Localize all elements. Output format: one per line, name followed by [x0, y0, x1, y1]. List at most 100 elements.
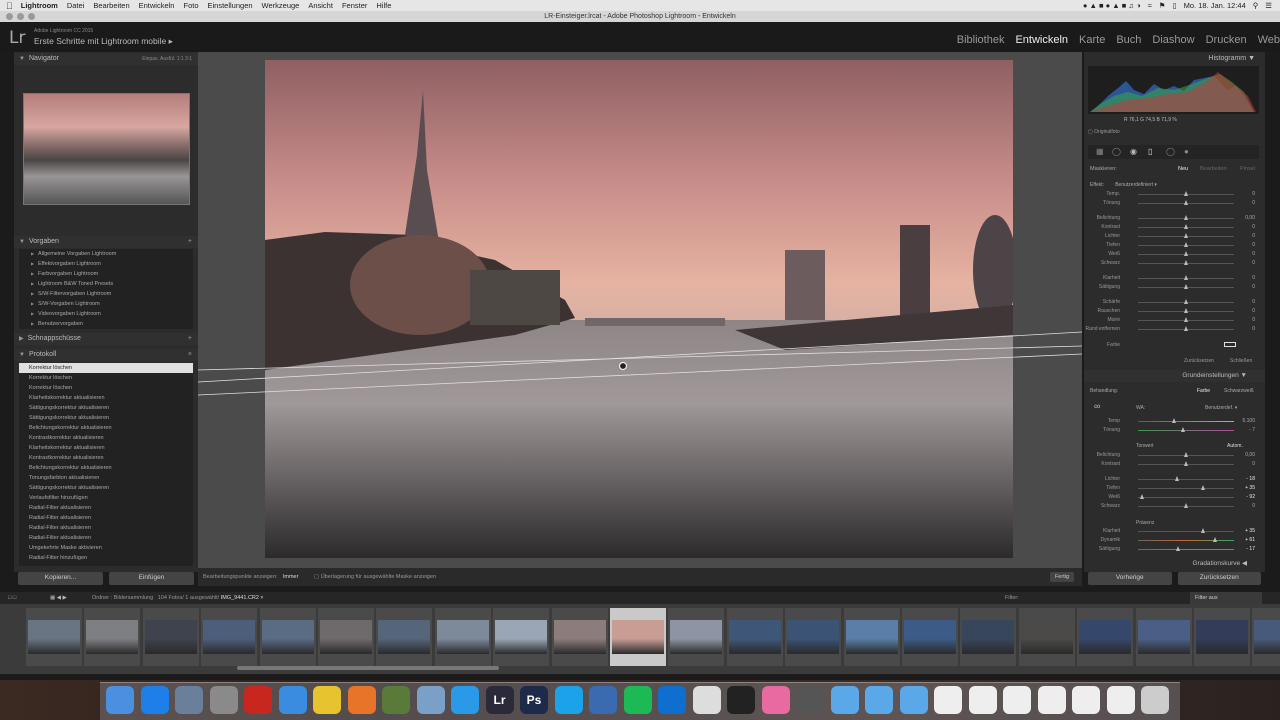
filmstrip-thumb[interactable] [376, 608, 433, 666]
minimize-button[interactable] [17, 13, 24, 20]
dock-app-lr-icon[interactable]: Lr [485, 686, 514, 714]
clear-history-icon[interactable]: × [188, 349, 192, 361]
slider-whites[interactable]: Weiß - 92 [1088, 493, 1259, 502]
dock-app-spotify-icon[interactable] [623, 686, 652, 714]
navigator-preview[interactable] [23, 93, 190, 205]
mask-slider-blacks[interactable]: Schwarz 0 [1088, 259, 1259, 268]
effect-selector[interactable]: Effekt: Benutzerdefiniert ▾ [1090, 182, 1157, 188]
filmstrip-thumb[interactable] [84, 608, 141, 666]
dock-app-ordner-icon[interactable] [865, 686, 893, 714]
preset-folder[interactable]: Videovorgaben Lightroom [19, 309, 193, 319]
history-item[interactable]: Klarheitskorrektur aktualisieren [19, 393, 193, 403]
dock-app-dokument-icon[interactable] [1106, 686, 1135, 714]
mask-slider-moire[interactable]: Moiré 0 [1088, 316, 1259, 325]
mask-slider-defringe[interactable]: Rand entfernen 0 [1086, 325, 1259, 334]
paste-settings-button[interactable]: Einfügen [109, 572, 194, 585]
menu-einstellungen[interactable]: Einstellungen [208, 1, 253, 10]
menu-hilfe[interactable]: Hilfe [376, 1, 391, 10]
preset-folder[interactable]: Allgemeine Vorgaben Lightroom [19, 249, 193, 259]
dock-app-ordner-icon[interactable] [899, 686, 928, 714]
dock-app-finder-icon[interactable] [106, 686, 134, 714]
dock-app-dokument-icon[interactable] [1037, 686, 1066, 714]
brush-icon[interactable]: ● [1184, 147, 1189, 156]
history-item[interactable]: Sättigungskorrektur aktualisieren [19, 413, 193, 423]
preset-folder[interactable]: Effektvorgaben Lightroom [19, 259, 193, 269]
module-buch[interactable]: Buch [1116, 34, 1141, 46]
filmstrip-thumb-selected[interactable] [610, 608, 666, 666]
done-button[interactable]: Fertig [1049, 572, 1074, 582]
histogram-title[interactable]: Histogramm ▼ [1208, 55, 1255, 62]
preset-folder[interactable]: S/W-Vorgaben Lightroom [19, 299, 193, 309]
history-item[interactable]: Korrektur löschen [19, 383, 193, 393]
history-header[interactable]: ▼ Protokoll × [14, 349, 198, 361]
mask-slider-contrast[interactable]: Kontrast 0 [1088, 223, 1259, 232]
history-item[interactable]: Belichtungskorrektur aktualisieren [19, 423, 193, 433]
module-karte[interactable]: Karte [1079, 34, 1105, 46]
menu-datei[interactable]: Datei [67, 1, 85, 10]
wifi-icon[interactable]: ≈ [1148, 1, 1152, 10]
treatment-bw-button[interactable]: Schwarzweiß [1224, 388, 1254, 394]
crop-icon[interactable]: ▦ [1096, 147, 1104, 156]
dock-app-app-store-icon[interactable] [140, 686, 169, 714]
filmstrip-thumb[interactable] [843, 608, 900, 666]
filmstrip-thumb[interactable] [1018, 608, 1075, 666]
dock-app-iphoto-icon[interactable] [416, 686, 445, 714]
dock-app-firefox-icon[interactable] [347, 686, 376, 714]
filmstrip-thumb[interactable] [493, 608, 550, 666]
dock-app-steam-icon[interactable] [727, 686, 755, 714]
history-item[interactable]: Sättigungskorrektur aktualisieren [19, 403, 193, 413]
menu-ansicht[interactable]: Ansicht [308, 1, 333, 10]
grid-view-icon[interactable]: ▦ ◀ ▶ [50, 592, 67, 604]
dock-app-vorschau-icon[interactable] [175, 686, 203, 714]
filmstrip-thumb[interactable] [318, 608, 374, 666]
dock-app-ordner-icon[interactable] [830, 686, 859, 714]
module-entwickeln[interactable]: Entwickeln [1015, 34, 1068, 46]
mask-slider-whites[interactable]: Weiß 0 [1088, 250, 1259, 259]
filmstrip-thumb[interactable] [1077, 608, 1134, 666]
dock-app-sublime-icon[interactable] [382, 686, 410, 714]
slider-highlights[interactable]: Lichter - 18 [1088, 475, 1259, 484]
presets-header[interactable]: ▼ Vorgaben + [14, 236, 198, 248]
reset-button[interactable]: Zurücksetzen [1177, 572, 1261, 585]
dock-app-tastatur-icon[interactable] [589, 686, 617, 714]
original-photo-toggle[interactable]: ▢ Originalfoto [1088, 129, 1120, 135]
menu-list-icon[interactable]: ☰ [1265, 1, 1272, 10]
tone-curve-header[interactable]: Gradationskurve ◀ [1084, 558, 1265, 570]
mask-new-button[interactable]: Neu [1178, 166, 1188, 172]
mask-slider-temp[interactable]: Temp. 0 [1088, 190, 1259, 199]
battery-icon[interactable]: ▯ [1173, 1, 1177, 10]
mask-slider-tint[interactable]: Tönung 0 [1088, 199, 1259, 208]
filmstrip-thumb[interactable] [259, 608, 316, 666]
dock-app-ps-icon[interactable]: Ps [520, 686, 548, 714]
mask-slider-shadows[interactable]: Tiefen 0 [1088, 241, 1259, 250]
mask-reset-button[interactable]: Zurücksetzen [1184, 358, 1214, 364]
filmstrip-thumb[interactable] [551, 608, 608, 666]
mask-slider-noise[interactable]: Rauschen 0 [1088, 307, 1259, 316]
dock-app-skype-icon[interactable] [554, 686, 583, 714]
redeye-icon[interactable]: ◉ [1130, 147, 1137, 156]
filmstrip-thumb[interactable] [1194, 608, 1250, 666]
filmstrip-thumb[interactable] [1135, 608, 1192, 666]
add-snapshot-icon[interactable]: + [188, 333, 192, 345]
histogram[interactable] [1088, 66, 1259, 114]
treatment-color-button[interactable]: Farbe [1197, 388, 1210, 394]
preset-folder[interactable]: Farbvorgaben Lightroom [19, 269, 193, 279]
module-bibliothek[interactable]: Bibliothek [957, 34, 1005, 46]
mask-slider-highlights[interactable]: Lichter 0 [1088, 232, 1259, 241]
dock-app-dokument-icon[interactable] [1072, 686, 1100, 714]
dock-app-chrome-icon[interactable] [313, 686, 341, 714]
mask-slider-saturation[interactable]: Sättigung 0 [1088, 283, 1259, 292]
history-item[interactable]: Radial-Filter aktualisieren [19, 513, 193, 523]
dock-app-teamviewer-icon[interactable] [658, 686, 686, 714]
slider-saturation[interactable]: Sättigung - 17 [1088, 545, 1259, 554]
basic-panel-header[interactable]: Grundeinstellungen ▼ [1084, 370, 1265, 382]
history-item-selected[interactable]: Korrektur löschen [19, 363, 193, 373]
radial-filter-icon[interactable]: ◯ [1166, 147, 1175, 156]
copy-settings-button[interactable]: Kopieren... [18, 572, 103, 585]
slider-shadows[interactable]: Tiefen + 35 [1088, 484, 1259, 493]
navigator-zoom-modes[interactable]: Einpas. Ausfül. 1:1 3:1 [142, 53, 192, 65]
history-item[interactable]: Radial-Filter aktualisieren [19, 503, 193, 513]
filmstrip-thumb[interactable] [142, 608, 199, 666]
spot-removal-icon[interactable]: ◯ [1112, 147, 1121, 156]
filmstrip-scrollbar[interactable] [237, 666, 499, 670]
